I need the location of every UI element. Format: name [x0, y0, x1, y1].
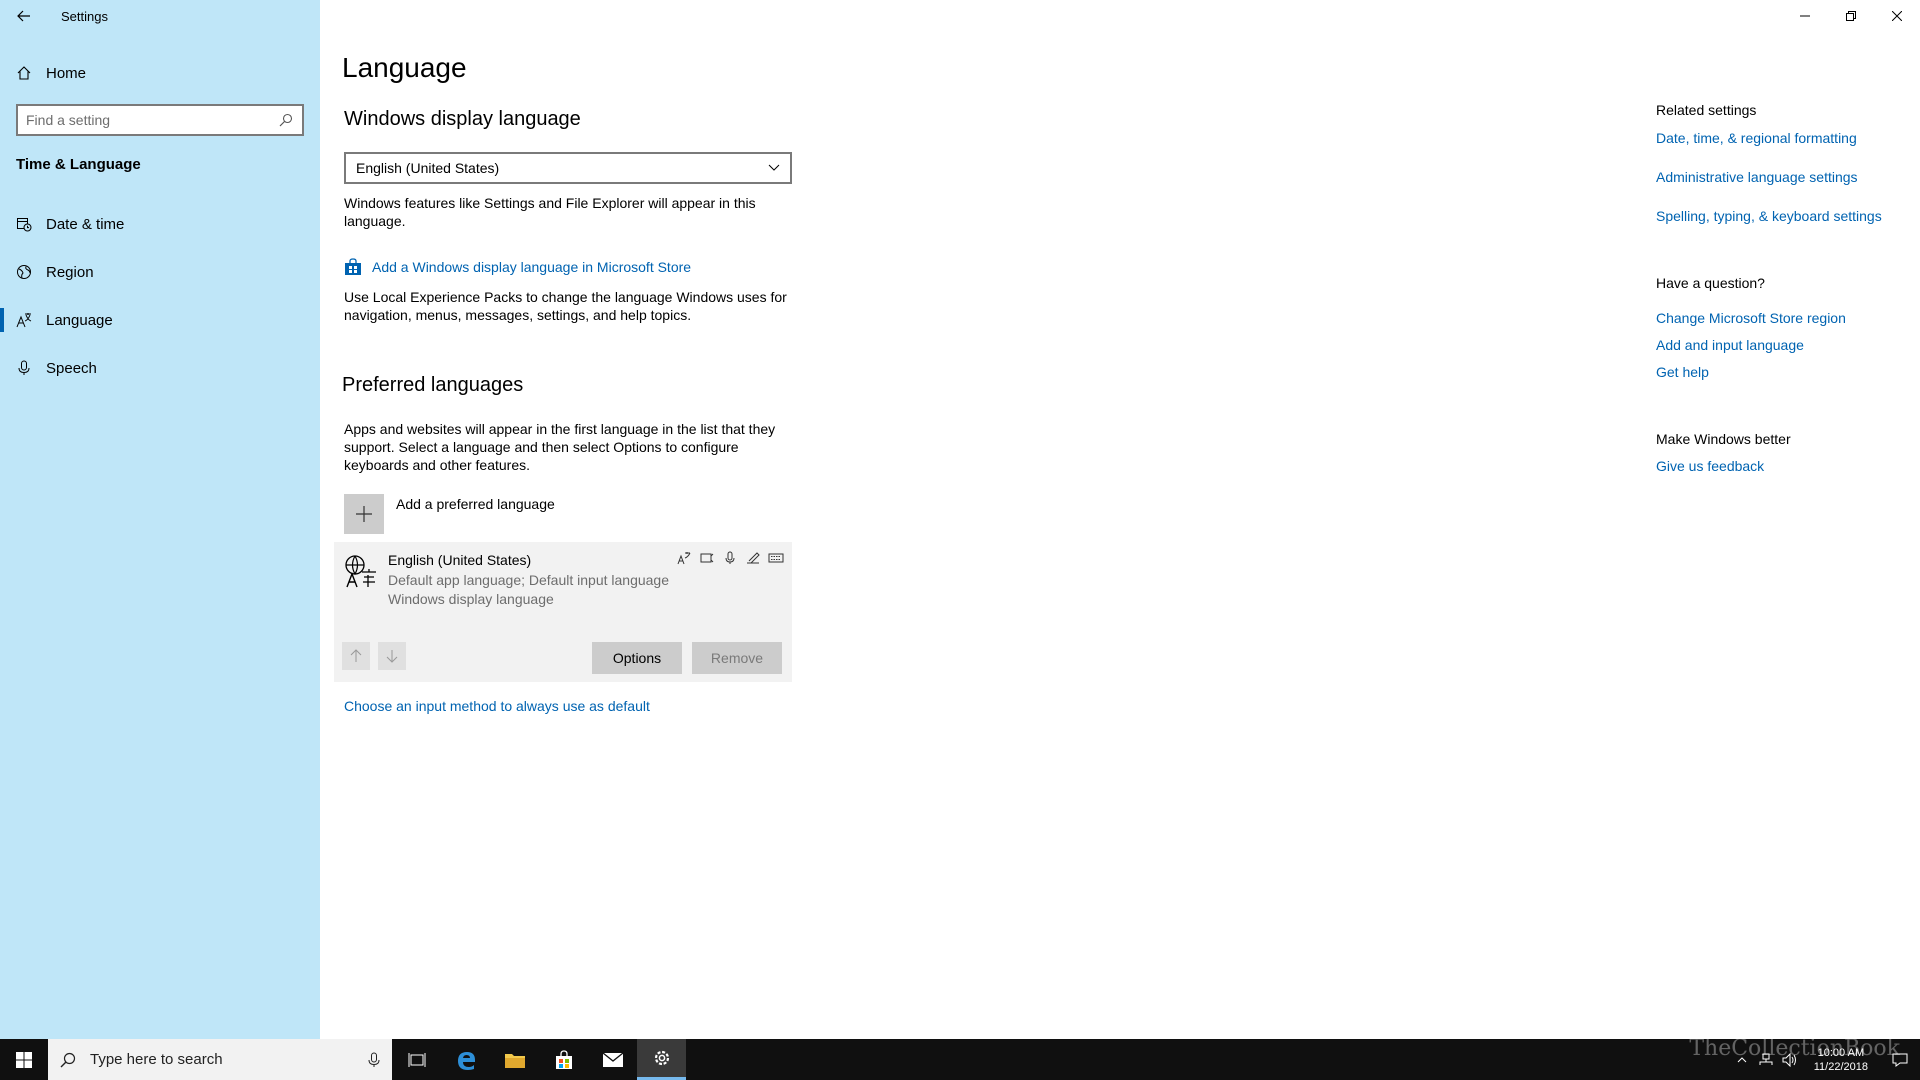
clock-date: 11/22/2018 — [1813, 1060, 1868, 1073]
have-question-heading: Have a question? — [1656, 275, 1765, 291]
microphone-icon — [16, 360, 32, 376]
language-detail-2: Windows display language — [388, 591, 554, 607]
language-detail-1: Default app language; Default input lang… — [388, 572, 669, 588]
date-time-formatting-link[interactable]: Date, time, & regional formatting — [1656, 130, 1857, 146]
gear-icon — [654, 1050, 669, 1066]
display-language-dropdown[interactable]: English (United States) — [344, 152, 792, 184]
related-settings-heading: Related settings — [1656, 102, 1757, 118]
windows-logo-icon — [16, 1051, 32, 1068]
folder-icon — [504, 1053, 525, 1068]
plus-icon — [344, 494, 384, 534]
page-title: Language — [342, 52, 467, 83]
sidebar-item-date-time[interactable]: Date & time — [0, 204, 320, 244]
preferred-languages-description: Apps and websites will appear in the fir… — [344, 421, 776, 473]
minimize-button[interactable] — [1782, 0, 1828, 32]
sidebar-item-label: Region — [46, 263, 94, 281]
watermark-logo: TheCollectionBook — [1689, 1036, 1900, 1061]
file-explorer-taskbar-button[interactable] — [490, 1039, 539, 1080]
language-icon — [16, 312, 32, 328]
task-view-button[interactable] — [392, 1039, 441, 1080]
taskbar: Type here to search 10:00 AM 11/22/2018 — [0, 1039, 1920, 1080]
get-help-link[interactable]: Get help — [1656, 364, 1709, 380]
text-to-speech-feature-icon — [699, 550, 715, 566]
content-pane: Language Windows display language Englis… — [320, 0, 1920, 1039]
arrow-down-icon — [386, 650, 398, 663]
globe-icon — [16, 264, 32, 280]
give-feedback-link[interactable]: Give us feedback — [1656, 458, 1764, 474]
chevron-down-icon — [768, 164, 780, 171]
find-setting-box[interactable] — [16, 104, 304, 136]
display-language-feature-icon — [676, 550, 692, 566]
sidebar-item-label: Speech — [46, 359, 97, 377]
store-link-label[interactable]: Add a Windows display language in Micros… — [372, 259, 691, 275]
task-view-icon — [408, 1052, 425, 1067]
microphone-icon[interactable] — [368, 1052, 380, 1068]
sidebar-item-label: Language — [46, 311, 113, 329]
mail-taskbar-button[interactable] — [588, 1039, 637, 1080]
start-button[interactable] — [0, 1039, 48, 1080]
store-taskbar-button[interactable] — [539, 1039, 588, 1080]
language-list-item[interactable]: English (United States) Default app lang… — [334, 542, 792, 682]
close-icon — [1892, 11, 1902, 21]
move-down-button[interactable] — [378, 642, 406, 670]
sidebar-item-speech[interactable]: Speech — [0, 348, 320, 388]
display-language-description: Windows features like Settings and File … — [344, 195, 756, 229]
arrow-up-icon — [350, 649, 362, 662]
lxp-description: Use Local Experience Packs to change the… — [344, 289, 787, 323]
display-language-heading: Windows display language — [344, 108, 581, 130]
handwriting-feature-icon — [745, 550, 761, 566]
taskbar-search-box[interactable]: Type here to search — [48, 1039, 392, 1080]
options-button[interactable]: Options — [592, 642, 682, 674]
restore-icon — [1846, 11, 1856, 21]
store-bag-icon — [555, 1049, 572, 1069]
dropdown-value: English (United States) — [356, 160, 500, 176]
edge-taskbar-button[interactable] — [441, 1039, 490, 1080]
minimize-icon — [1800, 15, 1810, 17]
language-feature-icons — [676, 550, 784, 566]
sidebar-item-label: Date & time — [46, 215, 125, 233]
add-language-button[interactable]: Add a preferred language — [344, 494, 555, 534]
spelling-typing-keyboard-link[interactable]: Spelling, typing, & keyboard settings — [1656, 208, 1882, 224]
section-title: Time & Language — [16, 156, 141, 173]
language-name: English (United States) — [388, 552, 532, 568]
taskbar-search-placeholder: Type here to search — [90, 1051, 223, 1068]
back-arrow-icon — [17, 10, 30, 22]
home-icon — [16, 65, 32, 81]
navigation-pane: Settings Home Time & Language Date & tim… — [0, 0, 320, 1039]
language-glyph-icon — [345, 555, 376, 588]
sidebar-item-language[interactable]: Language — [0, 300, 320, 340]
preferred-languages-heading: Preferred languages — [342, 374, 524, 396]
make-windows-better-heading: Make Windows better — [1656, 431, 1791, 447]
window-controls — [1782, 0, 1920, 32]
title-bar: Settings — [0, 0, 320, 32]
find-setting-input[interactable] — [26, 112, 278, 128]
home-nav-item[interactable]: Home — [0, 60, 320, 86]
settings-taskbar-button[interactable] — [637, 1039, 686, 1080]
back-button[interactable] — [0, 0, 48, 32]
store-language-link[interactable]: Add a Windows display language in Micros… — [344, 258, 691, 276]
keyboard-feature-icon — [768, 550, 784, 566]
sidebar-item-region[interactable]: Region — [0, 252, 320, 292]
app-title: Settings — [61, 8, 108, 24]
input-method-link[interactable]: Choose an input method to always use as … — [344, 698, 650, 714]
store-bag-icon — [345, 258, 361, 275]
search-icon — [60, 1052, 76, 1067]
mail-icon — [602, 1051, 623, 1067]
speech-feature-icon — [722, 550, 738, 566]
add-input-language-link[interactable]: Add and input language — [1656, 337, 1804, 353]
restore-button[interactable] — [1828, 0, 1874, 32]
move-up-button[interactable] — [342, 642, 370, 670]
remove-button[interactable]: Remove — [692, 642, 782, 674]
admin-language-settings-link[interactable]: Administrative language settings — [1656, 169, 1858, 185]
calendar-clock-icon — [16, 216, 32, 232]
change-store-region-link[interactable]: Change Microsoft Store region — [1656, 310, 1846, 326]
search-icon[interactable] — [278, 112, 294, 128]
home-label: Home — [46, 64, 87, 82]
edge-icon — [457, 1051, 475, 1070]
add-language-label: Add a preferred language — [396, 496, 555, 512]
close-button[interactable] — [1874, 0, 1920, 32]
